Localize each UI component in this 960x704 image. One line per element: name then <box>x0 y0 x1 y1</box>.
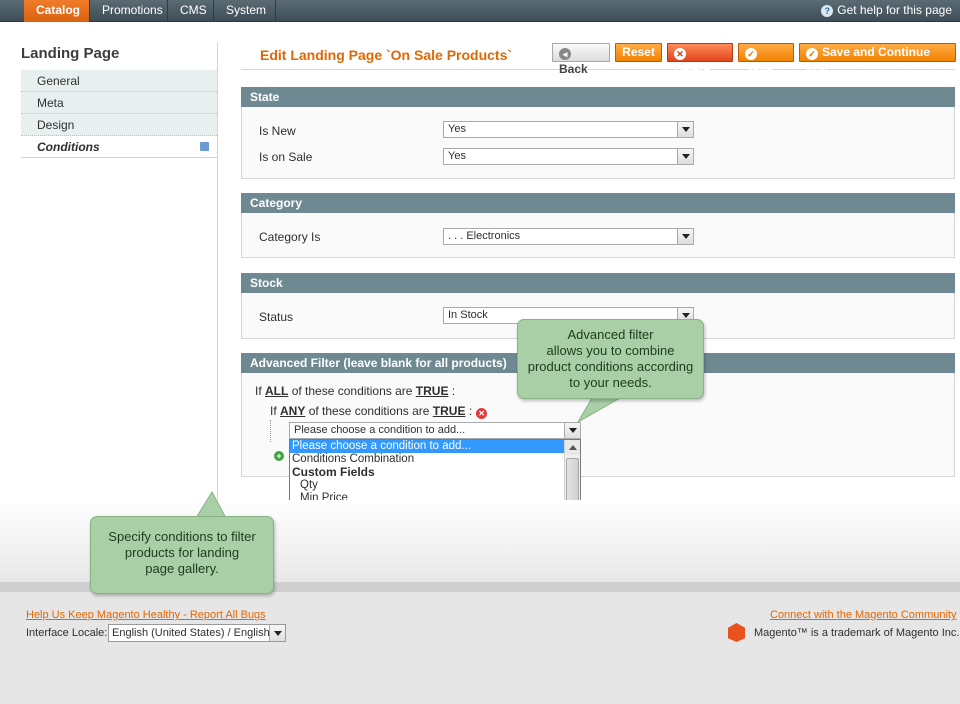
sidebar-item-design[interactable]: Design <box>21 114 217 136</box>
state-body: Is New Yes Is on Sale Yes <box>241 107 955 179</box>
is-new-select[interactable]: Yes <box>443 121 694 138</box>
tab-cms[interactable]: CMS <box>168 0 214 22</box>
dropdown-option[interactable]: Qty <box>290 479 580 492</box>
save-continue-button-label: Save and Continue Edit <box>806 45 931 76</box>
callout-conditions: Specify conditions to filter products fo… <box>90 516 274 594</box>
sidebar-item-label: Conditions <box>37 140 100 154</box>
tab-promotions[interactable]: Promotions <box>90 0 168 22</box>
sidebar-item-label: Meta <box>37 96 64 110</box>
on-sale-label: Is on Sale <box>259 150 313 164</box>
back-button-label: Back <box>559 62 588 76</box>
back-icon: ◂ <box>559 48 571 60</box>
stock-status-value: In Stock <box>448 309 488 321</box>
callout-line: allows you to combine <box>546 343 675 358</box>
locale-select[interactable]: English (United States) / English ( <box>108 624 286 642</box>
sidebar-item-label: General <box>37 74 80 88</box>
stock-status-label: Status <box>259 310 294 324</box>
reset-button[interactable]: Reset <box>615 43 662 62</box>
is-new-value: Yes <box>448 123 466 135</box>
check-icon: ✓ <box>806 48 818 60</box>
value-true-link[interactable]: TRUE <box>433 404 466 418</box>
chevron-down-icon <box>677 149 693 164</box>
dropdown-option-group: Custom Fields <box>292 465 375 479</box>
on-sale-value: Yes <box>448 150 466 162</box>
sidebar-item-meta[interactable]: Meta <box>21 92 217 114</box>
help-link-label: Get help for this page <box>837 3 952 17</box>
category-fieldset: Category Category Is . . . Electronics <box>241 193 955 258</box>
delete-icon: ✕ <box>674 48 686 60</box>
chevron-down-icon <box>564 423 580 438</box>
condition-select-value: Please choose a condition to add... <box>294 424 466 436</box>
callout-advanced-filter: Advanced filter allows you to combine pr… <box>517 319 704 399</box>
chevron-down-icon <box>677 122 693 137</box>
callout-line: products for landing <box>124 545 240 560</box>
callout-line: product conditions according <box>527 359 694 374</box>
report-bugs-link[interactable]: Help Us Keep Magento Healthy - Report Al… <box>26 609 266 621</box>
category-value: . . . Electronics <box>448 230 521 242</box>
if-text: If <box>270 404 277 418</box>
page-title: Edit Landing Page `On Sale Products` <box>260 47 513 63</box>
condition-select[interactable]: Please choose a condition to add... <box>289 422 581 439</box>
category-body: Category Is . . . Electronics <box>241 213 955 258</box>
sidebar-item-general[interactable]: General <box>21 70 217 92</box>
condition-mid-text: of these conditions are <box>308 404 430 418</box>
colon-text: : <box>468 404 473 418</box>
sidebar-tabs: General Meta Design Conditions <box>21 70 217 158</box>
community-link[interactable]: Connect with the Magento Community <box>770 609 956 621</box>
save-button[interactable]: ✓ Save <box>738 43 794 76</box>
callout-line: page gallery. <box>145 561 219 576</box>
on-sale-select[interactable]: Yes <box>443 148 694 165</box>
category-select[interactable]: . . . Electronics <box>443 228 694 245</box>
save-button-label: Save <box>745 62 774 76</box>
stock-header: Stock <box>241 273 955 293</box>
remove-condition-icon[interactable]: ✕ <box>476 408 488 419</box>
aggregator-all-link[interactable]: ALL <box>265 384 288 398</box>
help-link[interactable]: ? Get help for this page <box>821 3 952 17</box>
category-header: Category <box>241 193 955 213</box>
trademark-text: Magento™ is a trademark of Magento Inc. <box>754 627 960 639</box>
callout-line: to your needs. <box>569 375 652 390</box>
sidebar-title: Landing Page <box>21 45 120 62</box>
reset-button-label: Reset <box>622 45 655 59</box>
title-divider <box>241 69 955 70</box>
add-condition-icon[interactable]: + <box>274 451 284 461</box>
category-label: Category Is <box>259 230 321 244</box>
colon-text: : <box>451 384 456 398</box>
state-header: State <box>241 87 955 107</box>
back-button[interactable]: ◂ Back <box>552 43 610 76</box>
tab-system[interactable]: System <box>214 0 276 22</box>
callout-line: Advanced filter <box>567 327 654 342</box>
sidebar-divider <box>217 42 218 522</box>
is-new-label: Is New <box>259 124 296 138</box>
scroll-up-icon[interactable] <box>565 440 580 455</box>
tab-catalog[interactable]: Catalog <box>24 0 90 22</box>
locale-value: English (United States) / English ( <box>112 627 277 639</box>
top-nav: Catalog Promotions CMS System ? Get help … <box>0 0 960 22</box>
dropdown-option[interactable]: Please choose a condition to add... <box>290 440 580 453</box>
delete-button-label: Delete <box>674 62 711 76</box>
save-continue-button[interactable]: ✓ Save and Continue Edit <box>799 43 956 76</box>
condition-mid-text: of these conditions are <box>291 384 413 398</box>
condition-any-line: If ANY of these conditions are TRUE : ✕ <box>270 404 488 419</box>
tree-line <box>270 420 271 442</box>
callout-line: Specify conditions to filter <box>108 529 256 544</box>
chevron-down-icon <box>677 229 693 244</box>
state-fieldset: State Is New Yes Is on Sale Yes <box>241 87 955 179</box>
aggregator-any-link[interactable]: ANY <box>280 404 305 418</box>
sidebar-item-conditions[interactable]: Conditions <box>21 136 217 158</box>
condition-all-line: If ALL of these conditions are TRUE : <box>255 384 455 398</box>
sidebar-item-label: Design <box>37 118 75 132</box>
help-icon: ? <box>821 5 834 17</box>
changed-icon <box>200 142 209 151</box>
delete-button[interactable]: ✕ Delete <box>667 43 733 76</box>
chevron-down-icon <box>269 625 285 641</box>
check-icon: ✓ <box>745 48 757 60</box>
value-true-link[interactable]: TRUE <box>416 384 449 398</box>
locale-label: Interface Locale: <box>26 627 108 639</box>
if-text: If <box>255 384 262 398</box>
